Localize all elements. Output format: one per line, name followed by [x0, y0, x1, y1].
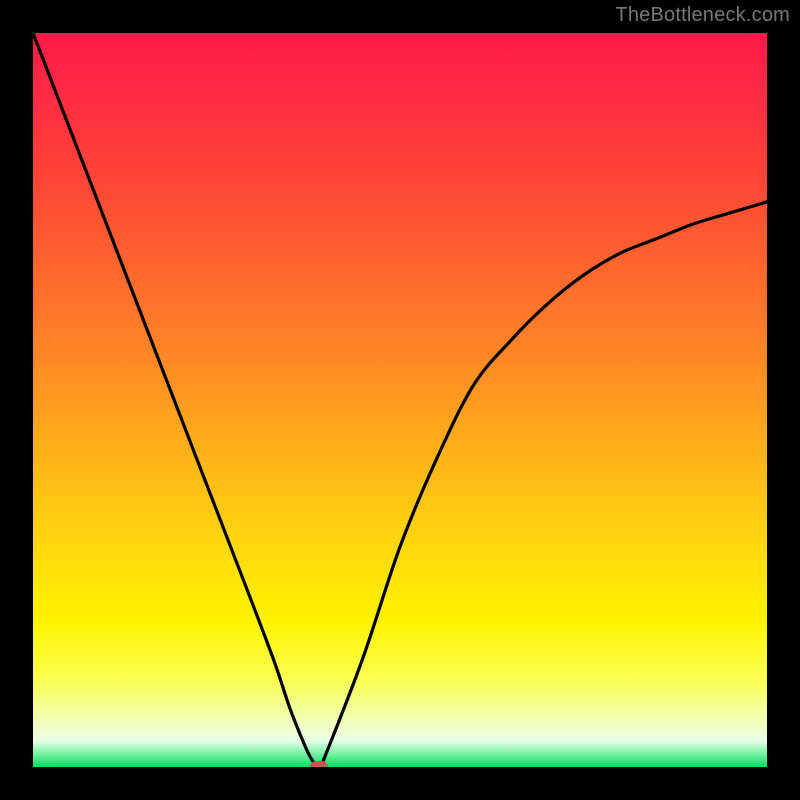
optimal-point-marker [310, 761, 328, 767]
watermark-text: TheBottleneck.com [615, 4, 790, 27]
bottleneck-curve [33, 33, 767, 767]
chart-frame: TheBottleneck.com [0, 0, 800, 800]
plot-area [33, 33, 767, 767]
